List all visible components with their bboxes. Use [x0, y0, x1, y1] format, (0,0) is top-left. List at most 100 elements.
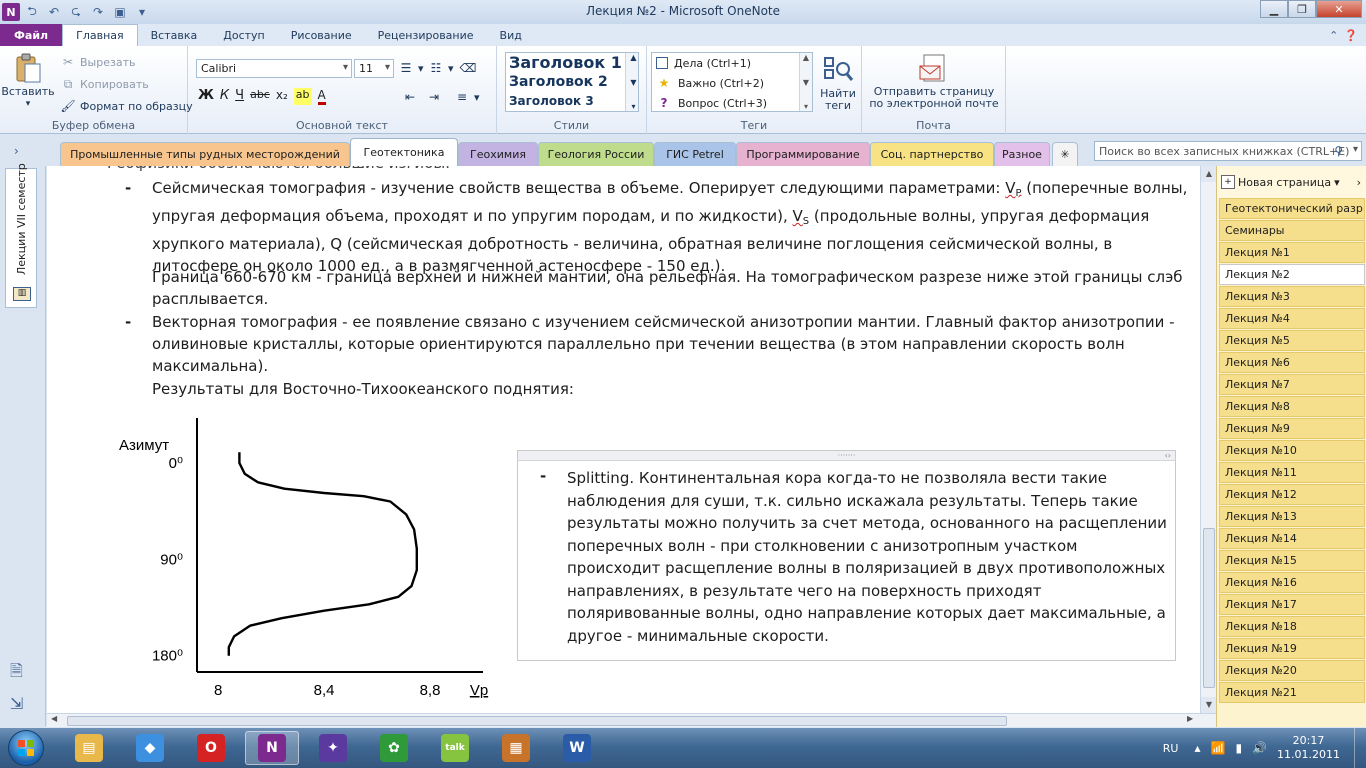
paragraph-vector-tomography[interactable]: Векторная томография - ее появление связ… — [152, 311, 1197, 377]
page-item[interactable]: Лекция №8 — [1219, 396, 1365, 417]
pin-to-desktop-icon[interactable]: ⇲ — [10, 694, 23, 713]
page-item[interactable]: Лекция №17 — [1219, 594, 1365, 615]
horizontal-scrollbar[interactable]: ◀ ▶ — [47, 713, 1217, 727]
font-color-button[interactable]: A — [317, 88, 326, 105]
search-input[interactable]: Поиск во всех записных книжках (CTRL+E) … — [1094, 141, 1362, 161]
taskbar-word-button[interactable]: W — [550, 731, 604, 765]
volume-icon[interactable]: 🔊 — [1252, 741, 1267, 755]
language-indicator[interactable]: RU — [1163, 742, 1179, 755]
page-item[interactable]: Лекция №12 — [1219, 484, 1365, 505]
clock[interactable]: 20:17 11.01.2011 — [1277, 734, 1340, 762]
collapse-page-list-icon[interactable]: › — [1357, 176, 1361, 189]
tab-insert[interactable]: Вставка — [138, 24, 211, 46]
paragraph-seismic-tomography[interactable]: Сейсмическая томография - изучение свойс… — [152, 177, 1197, 277]
tab-file[interactable]: Файл — [0, 24, 63, 46]
page-item[interactable]: Лекция №6 — [1219, 352, 1365, 373]
bullets-button[interactable]: ☰ ▾ — [398, 60, 424, 76]
show-desktop-button[interactable] — [1354, 728, 1366, 768]
new-section-tab[interactable]: ✳ — [1052, 142, 1078, 166]
section-tab-social[interactable]: Соц. партнерство — [870, 142, 994, 166]
indent-decrease-button[interactable]: ⇤ — [402, 89, 418, 105]
copy-button[interactable]: ⧉ Копировать — [60, 76, 149, 92]
page-item[interactable]: Лекция №5 — [1219, 330, 1365, 351]
vertical-scrollbar[interactable]: ▲ ▼ — [1200, 166, 1217, 713]
align-button[interactable]: ≡ ▾ — [454, 89, 480, 105]
maximize-button[interactable]: ❐ — [1288, 0, 1316, 18]
paragraph-results[interactable]: Результаты для Восточно-Тихоокеанского п… — [152, 378, 1197, 400]
battery-icon[interactable]: ▮ — [1235, 741, 1242, 755]
indent-increase-button[interactable]: ⇥ — [426, 89, 442, 105]
underline-button[interactable]: Ч — [235, 88, 244, 105]
find-tags-button[interactable]: Найти теги — [817, 54, 859, 112]
note-resize-icon[interactable]: ‹› — [1165, 451, 1171, 460]
taskbar-onenote-button[interactable]: N — [245, 731, 299, 765]
search-icon[interactable]: ⚲ — [1334, 144, 1343, 158]
customize-qat-icon[interactable]: ▾ — [132, 2, 152, 22]
note-text-splitting[interactable]: Splitting. Континентальная кора когда-то… — [567, 467, 1167, 647]
unfiled-notes-icon[interactable]: 🗎 — [10, 660, 23, 687]
taskbar-gtalk-button[interactable]: talk — [428, 731, 482, 765]
ribbon-minimize-icon[interactable]: ⌃ — [1329, 29, 1338, 42]
section-tab-geotectonics[interactable]: Геотектоника — [350, 138, 458, 166]
page-item[interactable]: Лекция №14 — [1219, 528, 1365, 549]
page-item[interactable]: Лекция №13 — [1219, 506, 1365, 527]
tag-todo[interactable]: Дела (Ctrl+1) — [652, 53, 812, 73]
page-item[interactable]: Геотектонический разр — [1219, 198, 1365, 219]
tab-review[interactable]: Рецензирование — [365, 24, 487, 46]
email-page-button[interactable]: Отправить страницу по электронной почте — [868, 52, 1000, 110]
dock-icon[interactable]: ▣ — [110, 2, 130, 22]
italic-button[interactable]: К — [220, 88, 229, 105]
undo-icon[interactable]: ↶ — [44, 2, 64, 22]
strikethrough-button[interactable]: abc — [250, 88, 270, 105]
section-tab-ore-deposits[interactable]: Промышленные типы рудных месторождений — [60, 142, 350, 166]
section-tab-programming[interactable]: Программирование — [736, 142, 870, 166]
page-item[interactable]: Лекция №19 — [1219, 638, 1365, 659]
taskbar-app6-button[interactable]: ✿ — [367, 731, 421, 765]
page-item[interactable]: Лекция №7 — [1219, 374, 1365, 395]
format-painter-button[interactable]: 🖌 Формат по образцу — [60, 98, 192, 114]
page-item[interactable]: Лекция №11 — [1219, 462, 1365, 483]
vertical-scroll-thumb[interactable] — [1203, 528, 1215, 688]
onenote-logo-icon[interactable]: N — [2, 3, 20, 21]
style-heading-2[interactable]: Заголовок 2 — [506, 73, 638, 92]
taskbar-app8-button[interactable]: ▦ — [489, 731, 543, 765]
expand-navigation-icon[interactable]: › — [14, 144, 19, 158]
show-hidden-icons-icon[interactable]: ▴ — [1194, 741, 1200, 755]
page-canvas[interactable]: Геофизики обозначаются большие изгибы. -… — [47, 166, 1200, 713]
taskbar-opera-button[interactable]: O — [184, 731, 238, 765]
bold-button[interactable]: Ж — [198, 88, 214, 105]
tab-draw[interactable]: Рисование — [278, 24, 365, 46]
scroll-up-icon[interactable]: ▲ — [1201, 166, 1217, 182]
paste-dropdown-icon[interactable]: ▾ — [26, 98, 31, 110]
styles-scroll[interactable]: ▲ ▼ ▾ — [625, 53, 638, 111]
tags-scroll[interactable]: ▲ ▼ ▾ — [799, 53, 812, 111]
page-item[interactable]: Лекция №15 — [1219, 550, 1365, 571]
help-icon[interactable]: ❓ — [1344, 29, 1358, 42]
notebook-tab[interactable]: Лекции VII семестр ▥ — [5, 163, 37, 308]
page-item[interactable]: Лекция №2 — [1219, 264, 1365, 285]
section-tab-misc[interactable]: Разное — [994, 142, 1050, 166]
paragraph-boundary[interactable]: Граница 660-670 км - граница верхней и н… — [152, 266, 1197, 310]
highlight-button[interactable]: ab — [293, 88, 312, 105]
page-item[interactable]: Лекция №4 — [1219, 308, 1365, 329]
section-tab-geochemistry[interactable]: Геохимия — [458, 142, 538, 166]
scroll-left-icon[interactable]: ◀ — [51, 714, 57, 723]
cut-button[interactable]: ✂ Вырезать — [60, 54, 136, 70]
back-icon[interactable]: ⮌ — [22, 2, 42, 22]
note-drag-handle[interactable]: ······· ‹› — [518, 451, 1175, 461]
subscript-button[interactable]: x₂ — [276, 88, 288, 105]
network-icon[interactable]: 📶 — [1211, 741, 1226, 755]
page-item[interactable]: Лекция №20 — [1219, 660, 1365, 681]
redo-icon[interactable]: ↷ — [88, 2, 108, 22]
new-page-button[interactable]: + Новая страница ▾ › — [1217, 166, 1366, 198]
paste-button[interactable]: Вставить ▾ — [1, 52, 55, 110]
page-item[interactable]: Лекция №9 — [1219, 418, 1365, 439]
page-item[interactable]: Лекция №1 — [1219, 242, 1365, 263]
taskbar-dropbox-button[interactable]: ◆ — [123, 731, 177, 765]
page-item[interactable]: Лекция №3 — [1219, 286, 1365, 307]
style-heading-3[interactable]: Заголовок 3 — [506, 92, 638, 110]
forward-icon[interactable]: ⮎ — [66, 2, 86, 22]
horizontal-scroll-thumb[interactable] — [67, 716, 1007, 726]
style-heading-1[interactable]: Заголовок 1 — [506, 53, 638, 73]
section-tab-geology-russia[interactable]: Геология России — [538, 142, 654, 166]
